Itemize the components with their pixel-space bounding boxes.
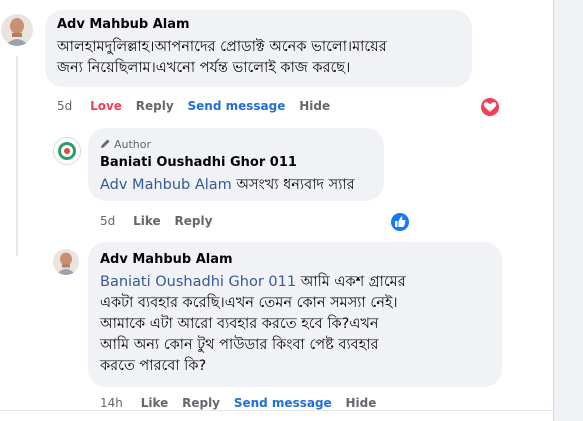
like-button[interactable]: Like <box>141 396 169 410</box>
right-scroll-strip <box>553 0 583 421</box>
divider <box>0 410 553 411</box>
reply-actions: 5d Like Reply <box>100 214 222 228</box>
reply-author[interactable]: Adv Mahbub Alam <box>100 252 233 267</box>
avatar[interactable] <box>53 249 79 275</box>
reply-text-line: আমি অন্য কোন টুথ পাউডার কিংবা পেষ্ট ব্যব… <box>100 337 379 353</box>
hide-button[interactable]: Hide <box>346 396 377 410</box>
reply-text-body: অসংখ্য ধন্যবাদ স্যার <box>236 177 355 193</box>
comment-actions: 5d Love Reply Send message Hide <box>57 99 340 113</box>
like-button[interactable]: Like <box>133 214 161 228</box>
page-avatar[interactable] <box>53 137 81 165</box>
reply-text-line: একটা ব্যবহার করেছি।এখন তেমন কোন সমস্যা ন… <box>100 295 398 311</box>
reply-bubble: Author Baniati Oushadhi Ghor 011 Adv Mah… <box>88 128 384 201</box>
comment-text-line: জন্য নিয়েছিলাম।এখনো পর্যন্ত ভালোই কাজ ক… <box>57 60 351 76</box>
send-message-button[interactable]: Send message <box>234 396 332 410</box>
reply-button[interactable]: Reply <box>174 214 212 228</box>
hide-button[interactable]: Hide <box>299 99 330 113</box>
reply-actions: 14h Like Reply Send message Hide <box>100 396 386 410</box>
reply-text-line: Baniati Oushadhi Ghor 011 আমি একশ গ্রামে… <box>100 272 406 292</box>
reply-text-line: আমাকে এটা আরো ব্যবহার করতে হবে কি?এখন <box>100 316 379 332</box>
reply-timestamp[interactable]: 14h <box>100 396 123 410</box>
reply-author[interactable]: Baniati Oushadhi Ghor 011 <box>100 155 297 170</box>
author-badge: Author <box>100 138 151 152</box>
comment-timestamp[interactable]: 5d <box>57 99 72 113</box>
reply-button[interactable]: Reply <box>136 99 174 113</box>
reply-button[interactable]: Reply <box>182 396 220 410</box>
reply-timestamp[interactable]: 5d <box>100 214 115 228</box>
author-badge-label: Author <box>114 138 152 151</box>
avatar[interactable] <box>1 14 33 46</box>
send-message-button[interactable]: Send message <box>188 99 286 113</box>
comment-author[interactable]: Adv Mahbub Alam <box>57 17 190 32</box>
love-icon[interactable] <box>479 96 501 118</box>
pencil-icon <box>100 138 111 152</box>
mention-link[interactable]: Adv Mahbub Alam <box>100 177 232 193</box>
mention-link[interactable]: Baniati Oushadhi Ghor 011 <box>100 274 296 290</box>
reply-text-line: করতে পারবো কি? <box>100 358 207 374</box>
reply-text: Adv Mahbub Alam অসংখ্য ধন্যবাদ স্যার <box>100 175 355 195</box>
reply-bubble: Adv Mahbub Alam Baniati Oushadhi Ghor 01… <box>88 242 502 387</box>
comment-bubble: Adv Mahbub Alam আলহামদুলিল্লাহ।আপনাদের প… <box>45 10 472 87</box>
like-icon[interactable] <box>389 211 411 233</box>
comment-text-line: আলহামদুলিল্লাহ।আপনাদের প্রোডাক্ট অনেক ভা… <box>57 39 387 55</box>
thread-line <box>16 56 18 256</box>
reply-text-body: আমি একশ গ্রামের <box>300 274 406 290</box>
love-button[interactable]: Love <box>90 99 122 113</box>
